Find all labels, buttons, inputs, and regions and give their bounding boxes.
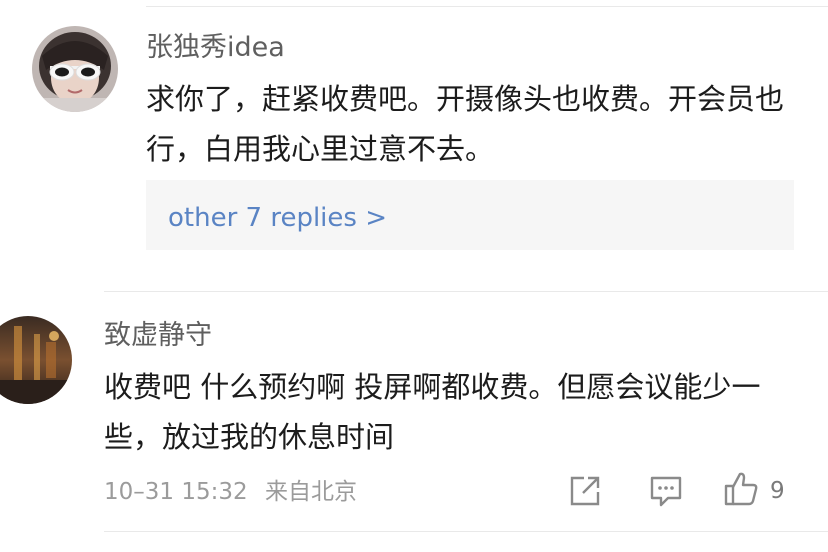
share-icon [570, 476, 600, 506]
username[interactable]: 致虚静守 [104, 320, 212, 352]
more-replies-link[interactable]: other 7 replies > [168, 202, 387, 234]
comment-thread: 张独秀idea 求你了，赶紧收费吧。开摄像头也收费。开会员也行，白用我心里过意不… [0, 0, 828, 552]
comment-button[interactable] [648, 474, 684, 510]
comment-divider [104, 291, 828, 292]
share-button[interactable] [568, 474, 604, 508]
like-count: 9 [770, 478, 785, 504]
replies-box[interactable]: other 7 replies > [146, 180, 794, 250]
avatar-night-photo-icon [0, 316, 72, 404]
username[interactable]: 张独秀idea [146, 32, 285, 64]
comment-icon [650, 476, 682, 507]
thumbs-up-icon [724, 472, 758, 506]
avatar[interactable] [32, 26, 118, 112]
top-divider [146, 6, 828, 7]
like-button[interactable] [722, 470, 760, 508]
location-source: 来自北京 [264, 479, 357, 505]
comment-text: 收费吧 什么预约啊 投屏啊都收费。但愿会议能少一些，放过我的休息时间 [104, 370, 761, 454]
timestamp: 10–31 15:32 [104, 479, 248, 505]
avatar[interactable] [0, 316, 72, 404]
comment-meta: 10–31 15:32 来自北京 [104, 477, 357, 507]
avatar-sunglasses-girl-icon [32, 26, 118, 112]
comment-text: 求你了，赶紧收费吧。开摄像头也收费。开会员也行，白用我心里过意不去。 [146, 82, 785, 166]
bottom-divider [104, 531, 828, 532]
